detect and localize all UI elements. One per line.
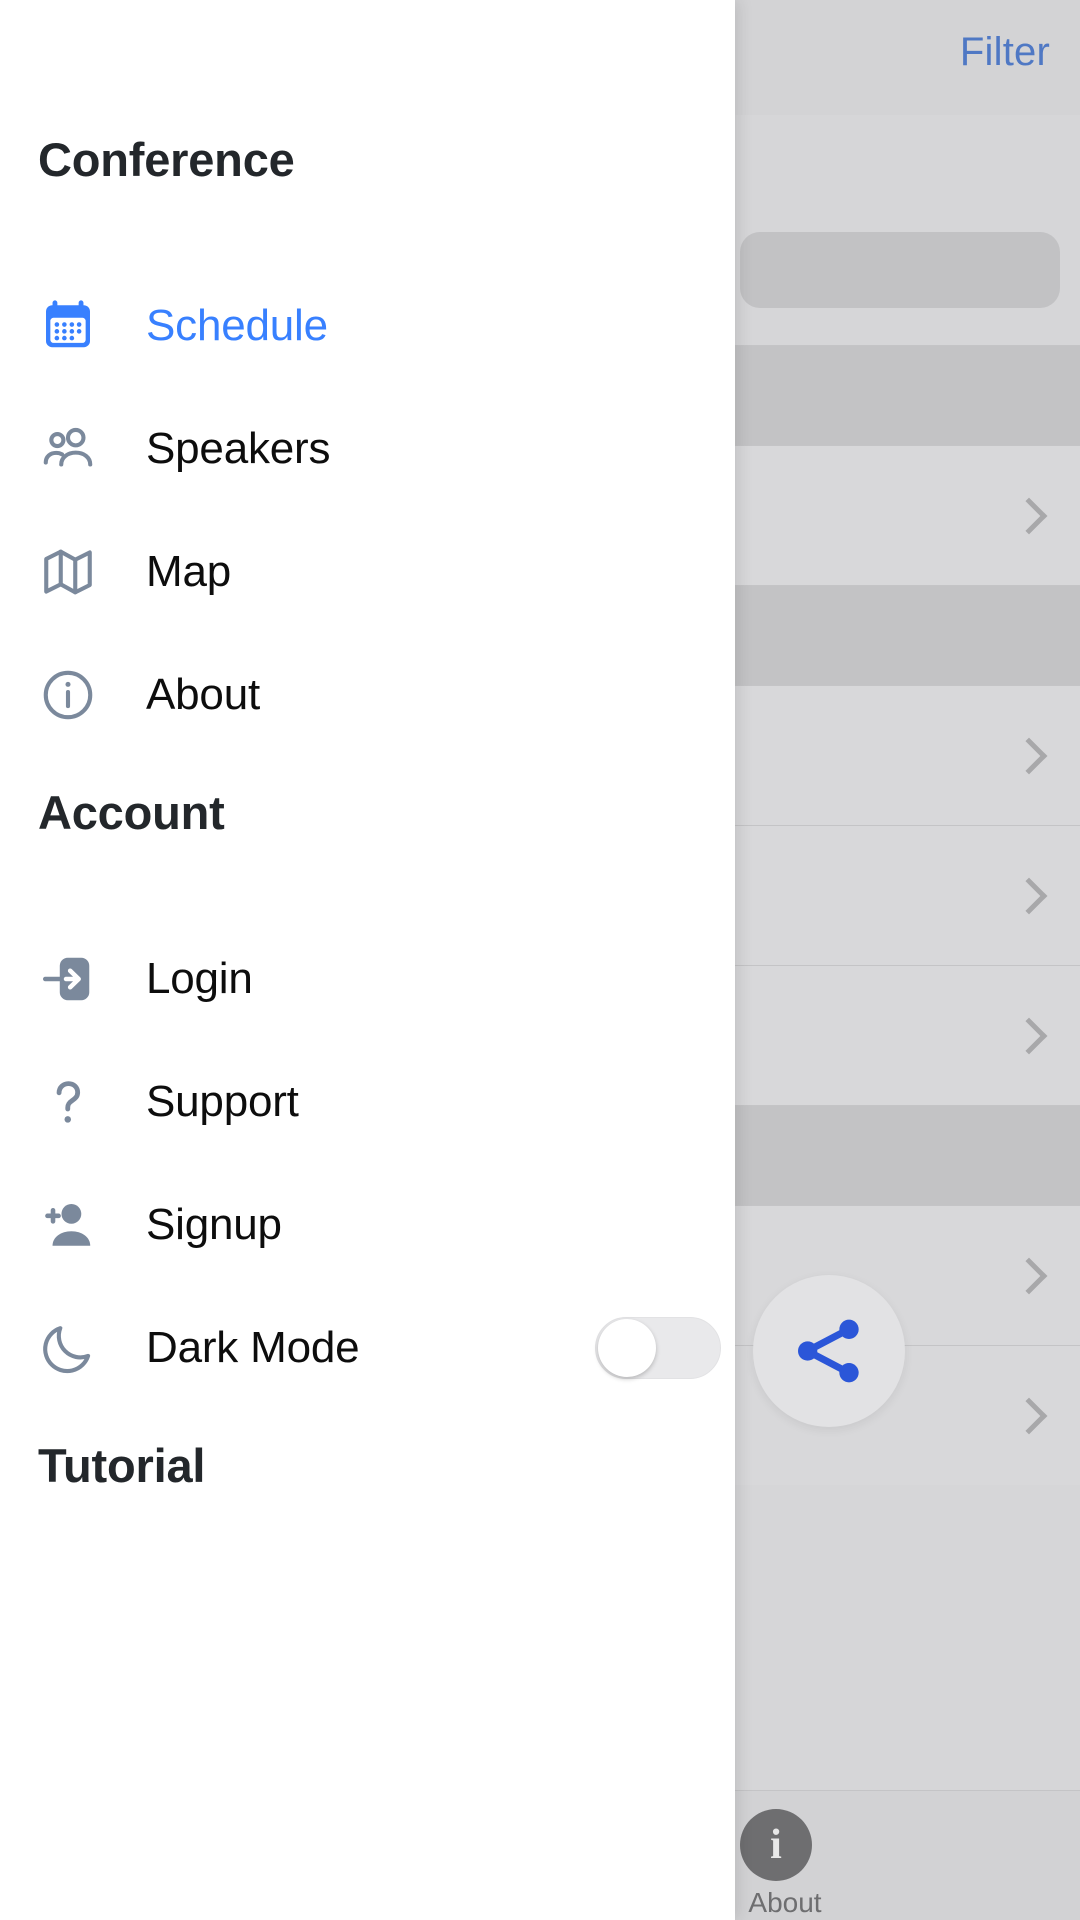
menu-item-label: Speakers — [146, 424, 331, 473]
chevron-right-icon — [1010, 1397, 1048, 1434]
menu-item-login[interactable]: Login — [0, 918, 735, 1040]
chevron-right-icon — [1010, 497, 1048, 534]
map-icon — [38, 542, 98, 602]
menu-item-label: Login — [146, 954, 253, 1003]
side-menu-drawer[interactable]: Conference Schedule Speakers Map About A… — [0, 0, 735, 1920]
menu-item-label: Dark Mode — [146, 1323, 360, 1372]
menu-item-support[interactable]: Support — [0, 1041, 735, 1163]
menu-item-label: Map — [146, 547, 231, 596]
chevron-right-icon — [1010, 877, 1048, 914]
log-in-icon — [38, 949, 98, 1009]
menu-item-signup[interactable]: Signup — [0, 1164, 735, 1286]
section-title-account: Account — [38, 786, 225, 839]
dark-mode-toggle[interactable] — [595, 1317, 721, 1379]
list-item[interactable] — [735, 825, 1080, 965]
section-title-conference: Conference — [38, 133, 295, 186]
chevron-right-icon — [1010, 1257, 1048, 1294]
about-tab-icon[interactable]: i — [740, 1809, 812, 1881]
list-item[interactable] — [735, 685, 1080, 825]
list-item[interactable] — [735, 965, 1080, 1105]
about-tab-label: About — [748, 1887, 822, 1918]
help-icon — [38, 1072, 98, 1132]
app-screen: Filter i About Conference Schedule Speak… — [0, 0, 1080, 1920]
list-item[interactable] — [735, 445, 1080, 585]
menu-item-speakers[interactable]: Speakers — [0, 388, 735, 510]
menu-item-schedule[interactable]: Schedule — [0, 265, 735, 387]
share-icon — [798, 1319, 859, 1383]
menu-item-label: Schedule — [146, 301, 328, 350]
calendar-icon — [38, 296, 98, 356]
menu-item-label: Signup — [146, 1200, 282, 1249]
moon-icon — [38, 1318, 98, 1378]
list-group-header — [735, 345, 1080, 445]
menu-item-label: Support — [146, 1077, 299, 1126]
chevron-right-icon — [1010, 737, 1048, 774]
person-add-icon — [38, 1195, 98, 1255]
filter-button[interactable]: Filter — [960, 30, 1050, 75]
section-title-tutorial: Tutorial — [38, 1439, 206, 1492]
list-group-header — [735, 1105, 1080, 1205]
share-fab-button[interactable] — [753, 1275, 905, 1427]
menu-item-map[interactable]: Map — [0, 511, 735, 633]
list-group-header — [735, 585, 1080, 685]
menu-item-dark-mode[interactable]: Dark Mode — [0, 1287, 735, 1409]
information-circle-icon — [38, 665, 98, 725]
people-icon — [38, 419, 98, 479]
search-input[interactable] — [740, 232, 1060, 308]
toggle-knob — [598, 1319, 656, 1377]
menu-item-about[interactable]: About — [0, 634, 735, 756]
menu-item-label: About — [146, 670, 260, 719]
dimmed-background-content[interactable]: Filter i About — [735, 0, 1080, 1920]
chevron-right-icon — [1010, 1017, 1048, 1054]
bottom-tab-bar[interactable]: i About — [735, 1790, 1080, 1920]
